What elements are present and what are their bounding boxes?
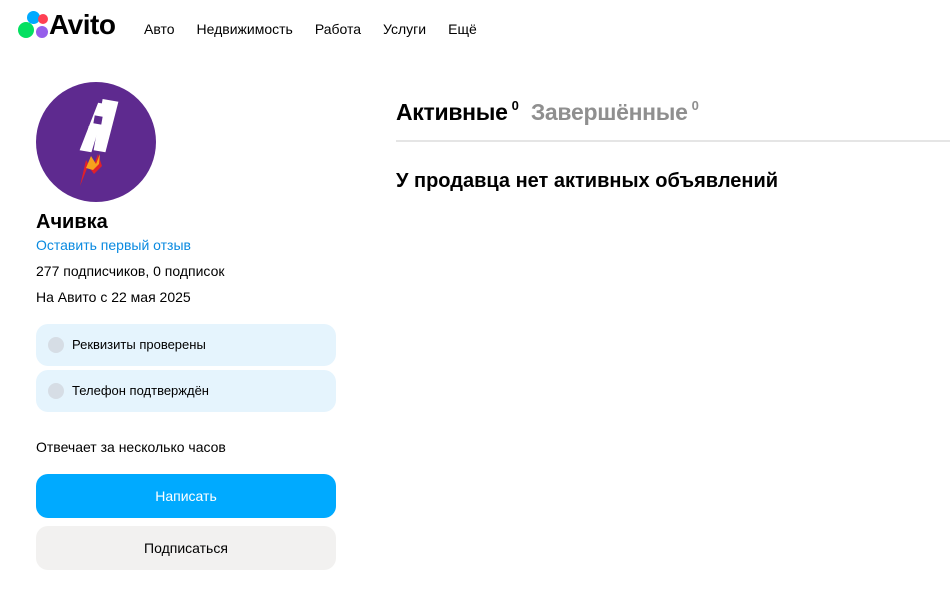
check-circle-icon bbox=[48, 337, 64, 353]
profile-name: Ачивка bbox=[36, 211, 108, 233]
tab-count: 0 bbox=[511, 98, 519, 113]
nav-item-more[interactable]: Ещё bbox=[448, 20, 477, 38]
tab-label: Завершённые bbox=[530, 99, 688, 125]
logo-text: Avito bbox=[49, 9, 116, 40]
main-nav: Авто Недвижимость Работа Услуги Ещё bbox=[144, 20, 499, 38]
empty-listings-message: У продавца нет активных объявлений bbox=[396, 170, 779, 192]
tab-finished-listings[interactable]: Завершённые 0 bbox=[531, 96, 699, 128]
rocket-letter-a-icon bbox=[79, 99, 119, 186]
reply-time: Отвечает за несколько часов bbox=[36, 439, 226, 455]
tab-count: 0 bbox=[691, 98, 699, 113]
badge-requisites-verified: Реквизиты проверены bbox=[36, 324, 336, 366]
badge-label: Телефон подтверждён bbox=[72, 383, 209, 398]
member-since: На Авито с 22 мая 2025 bbox=[36, 289, 191, 305]
subscribe-button[interactable]: Подписаться bbox=[36, 526, 336, 570]
avatar bbox=[36, 82, 156, 202]
avito-logo[interactable]: Avito bbox=[18, 9, 116, 40]
tab-active-listings[interactable]: Активные 0 bbox=[396, 96, 519, 128]
logo-dots-icon bbox=[18, 10, 48, 40]
tabs-divider bbox=[396, 140, 950, 142]
leave-review-link[interactable]: Оставить первый отзыв bbox=[36, 236, 191, 254]
site-header: Avito Авто Недвижимость Работа Услуги Ещ… bbox=[0, 0, 952, 56]
listing-tabs: Активные 0 Завершённые 0 bbox=[396, 96, 711, 128]
check-circle-icon bbox=[48, 383, 64, 399]
badge-phone-confirmed: Телефон подтверждён bbox=[36, 370, 336, 412]
badge-label: Реквизиты проверены bbox=[72, 337, 206, 352]
nav-item-services[interactable]: Услуги bbox=[383, 20, 426, 38]
nav-item-auto[interactable]: Авто bbox=[144, 20, 175, 38]
nav-item-jobs[interactable]: Работа bbox=[315, 20, 361, 38]
tab-label: Активные bbox=[396, 99, 508, 125]
nav-item-realty[interactable]: Недвижимость bbox=[197, 20, 293, 38]
write-message-button[interactable]: Написать bbox=[36, 474, 336, 518]
subscribers-count: 277 подписчиков, 0 подписок bbox=[36, 263, 225, 279]
